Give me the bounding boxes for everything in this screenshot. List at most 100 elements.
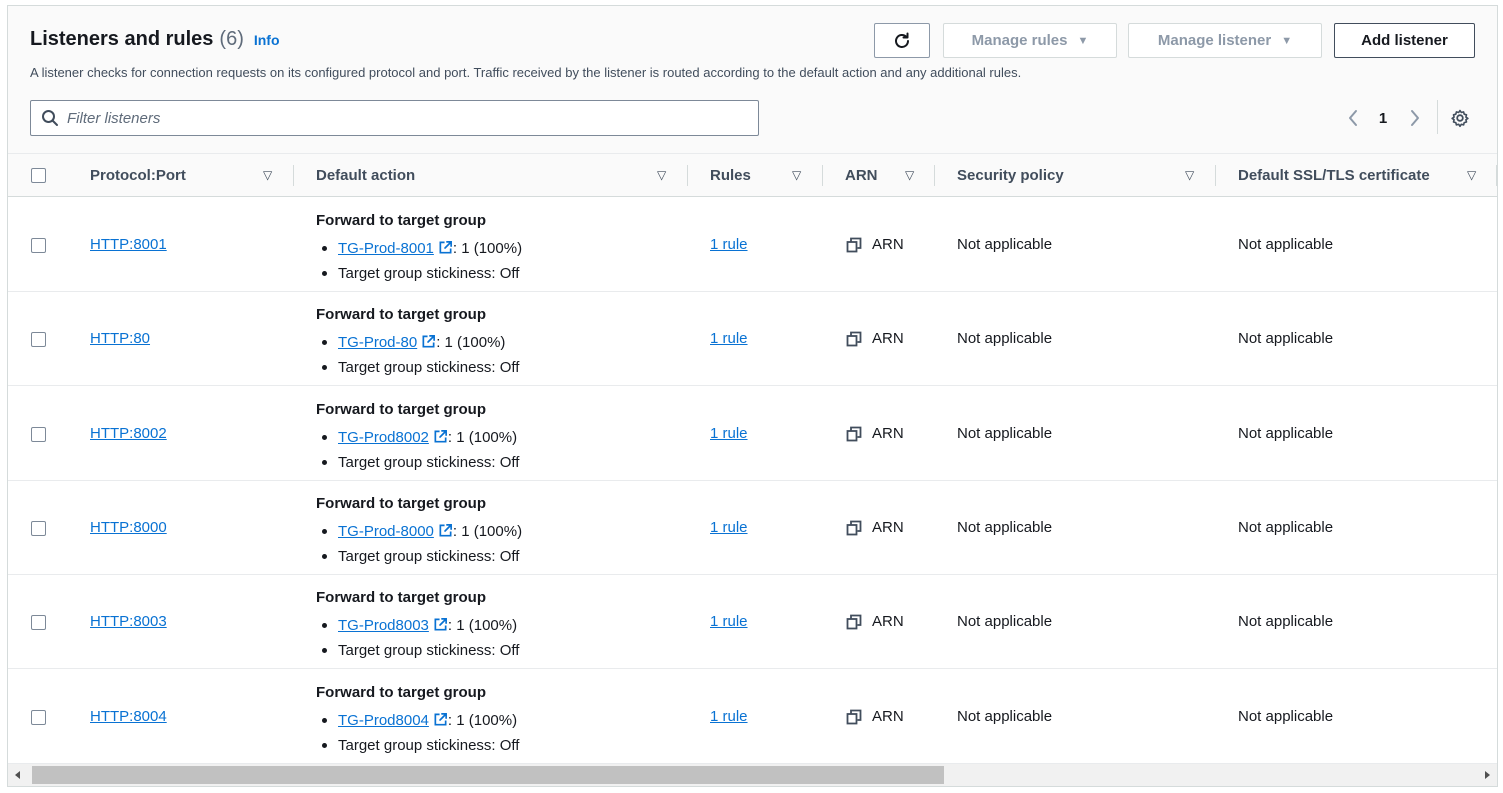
rules-link[interactable]: 1 rule [710, 330, 748, 347]
copy-icon[interactable] [846, 709, 862, 725]
target-group-link[interactable]: TG-Prod-80 [338, 334, 436, 351]
sort-icon[interactable]: ▽ [905, 168, 914, 182]
next-page-button[interactable] [1405, 106, 1425, 130]
arn-label: ARN [872, 519, 904, 536]
target-group-name: TG-Prod8002 [338, 429, 429, 446]
target-group-link[interactable]: TG-Prod8004 [338, 712, 448, 729]
filter-listeners-input[interactable] [67, 109, 717, 127]
column-header-default-action[interactable]: Default action ▽ [316, 154, 686, 197]
security-policy-value: Not applicable [957, 425, 1053, 442]
preferences-button[interactable] [1449, 106, 1471, 130]
target-group-link[interactable]: TG-Prod8002 [338, 429, 448, 446]
copy-icon[interactable] [846, 331, 862, 347]
stickiness-item: Target group stickiness: Off [316, 261, 522, 286]
row-select-checkbox[interactable] [31, 521, 46, 536]
panel-description: A listener checks for connection request… [30, 65, 1022, 80]
default-action-title: Forward to target group [316, 589, 486, 606]
default-action-list: TG-Prod-8001 : 1 (100%) Target group stick… [316, 236, 522, 286]
protocol-port-link[interactable]: HTTP:80 [90, 330, 150, 347]
external-link-icon [439, 241, 452, 254]
info-link[interactable]: Info [254, 32, 280, 48]
column-divider [1496, 165, 1497, 186]
stickiness-item: Target group stickiness: Off [316, 733, 519, 758]
ssl-certificate-value: Not applicable [1238, 425, 1334, 442]
arn-cell: ARN [846, 236, 904, 253]
row-select-checkbox[interactable] [31, 427, 46, 442]
target-group-weight: : 1 (100%) [447, 617, 518, 634]
target-group-weight: : 1 (100%) [452, 240, 523, 257]
protocol-port-link[interactable]: HTTP:8001 [90, 236, 167, 253]
target-group-item: TG-Prod-8000 : 1 (100%) [316, 519, 522, 544]
external-link-icon [434, 713, 447, 726]
target-group-link[interactable]: TG-Prod8003 [338, 617, 448, 634]
sort-icon[interactable]: ▽ [792, 168, 801, 182]
filter-box [30, 100, 759, 136]
column-header-rules[interactable]: Rules ▽ [710, 154, 820, 197]
column-header-arn[interactable]: ARN ▽ [845, 154, 935, 197]
rules-link[interactable]: 1 rule [710, 613, 748, 630]
page-number-button[interactable]: 1 [1373, 106, 1393, 130]
protocol-port-link[interactable]: HTTP:8003 [90, 613, 167, 630]
row-select-checkbox[interactable] [31, 238, 46, 253]
external-link-icon [439, 524, 452, 537]
security-policy-value: Not applicable [957, 236, 1053, 253]
arn-cell: ARN [846, 425, 904, 442]
default-action-list: TG-Prod-8000 : 1 (100%) Target group stick… [316, 519, 522, 569]
target-group-name: TG-Prod-8001 [338, 240, 434, 257]
protocol-port-link[interactable]: HTTP:8000 [90, 519, 167, 536]
refresh-button[interactable] [874, 23, 930, 58]
copy-icon[interactable] [846, 426, 862, 442]
target-group-link[interactable]: TG-Prod-8000 [338, 523, 453, 540]
scroll-left-icon[interactable] [12, 769, 24, 781]
arn-label: ARN [872, 708, 904, 725]
scroll-right-icon[interactable] [1481, 769, 1493, 781]
sort-icon[interactable]: ▽ [1467, 168, 1476, 182]
target-group-weight: : 1 (100%) [447, 429, 518, 446]
chevron-left-icon [1349, 110, 1357, 126]
rules-link[interactable]: 1 rule [710, 708, 748, 725]
scrollbar-thumb[interactable] [32, 766, 944, 784]
column-label: Default action [316, 167, 416, 184]
column-header-protocol-port[interactable]: Protocol:Port ▽ [90, 154, 290, 197]
select-all-checkbox[interactable] [31, 168, 46, 183]
manage-rules-button[interactable]: Manage rules ▼ [943, 23, 1117, 58]
rules-link[interactable]: 1 rule [710, 425, 748, 442]
copy-icon[interactable] [846, 237, 862, 253]
column-header-ssl-certificate[interactable]: Default SSL/TLS certificate ▽ [1238, 154, 1488, 197]
row-select-checkbox[interactable] [31, 615, 46, 630]
sort-icon[interactable]: ▽ [263, 168, 272, 182]
copy-icon[interactable] [846, 520, 862, 536]
target-group-link[interactable]: TG-Prod-8001 [338, 240, 453, 257]
manage-listener-label: Manage listener [1157, 32, 1272, 49]
protocol-port-link[interactable]: HTTP:8002 [90, 425, 167, 442]
target-group-item: TG-Prod-80: 1 (100%) [316, 330, 519, 355]
column-label: Security policy [957, 167, 1064, 184]
protocol-port-link[interactable]: HTTP:8004 [90, 708, 167, 725]
pager-divider [1437, 100, 1438, 134]
column-header-security-policy[interactable]: Security policy ▽ [957, 154, 1217, 197]
target-group-weight: : 1 (100%) [452, 523, 523, 540]
sort-icon[interactable]: ▽ [657, 168, 666, 182]
copy-icon[interactable] [846, 614, 862, 630]
arn-label: ARN [872, 425, 904, 442]
rules-link[interactable]: 1 rule [710, 236, 748, 253]
table-row: HTTP:80 Forward to target group TG-Prod-80… [8, 292, 1497, 386]
table-row: HTTP:8002 Forward to target group TG-Prod8… [8, 387, 1497, 481]
rules-link[interactable]: 1 rule [710, 519, 748, 536]
column-divider [822, 165, 823, 186]
row-select-checkbox[interactable] [31, 332, 46, 347]
arn-label: ARN [872, 236, 904, 253]
previous-page-button[interactable] [1343, 106, 1363, 130]
sort-icon[interactable]: ▽ [1185, 168, 1194, 182]
horizontal-scrollbar[interactable] [8, 764, 1497, 786]
row-select-checkbox[interactable] [31, 710, 46, 725]
security-policy-value: Not applicable [957, 330, 1053, 347]
table-row: HTTP:8000 Forward to target group TG-Prod-… [8, 481, 1497, 575]
table-row: HTTP:8001 Forward to target group TG-Prod-… [8, 198, 1497, 292]
stickiness-item: Target group stickiness: Off [316, 544, 522, 569]
ssl-certificate-value: Not applicable [1238, 236, 1334, 253]
target-group-name: TG-Prod-8000 [338, 523, 434, 540]
add-listener-button[interactable]: Add listener [1334, 23, 1475, 58]
manage-listener-button[interactable]: Manage listener ▼ [1128, 23, 1322, 58]
default-action-list: TG-Prod8003: 1 (100%) Target group sticki… [316, 613, 519, 663]
